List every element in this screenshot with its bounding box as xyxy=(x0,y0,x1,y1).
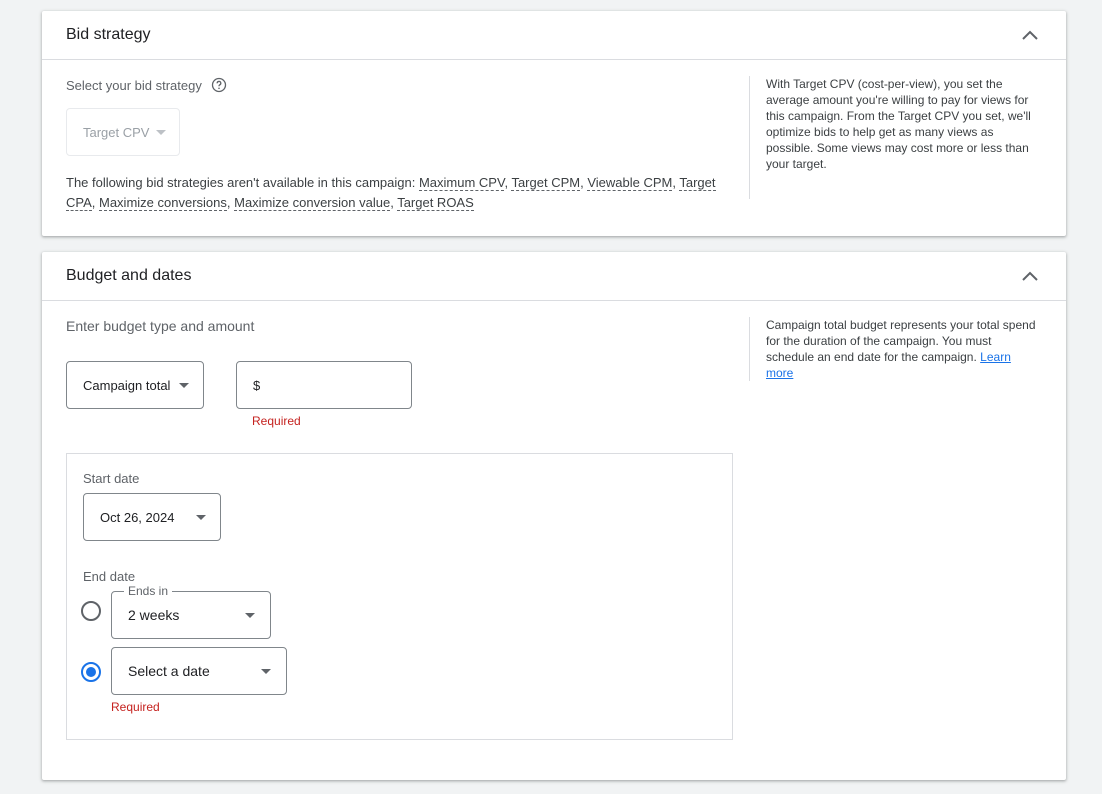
budget-enter-label: Enter budget type and amount xyxy=(66,318,255,334)
ends-in-label: Ends in xyxy=(124,584,173,598)
end-date-value: Select a date xyxy=(128,663,210,679)
chevron-up-icon[interactable] xyxy=(1018,25,1042,45)
bid-strategy-side-note: With Target CPV (cost-per-view), you set… xyxy=(749,76,1039,199)
bid-strategy-dropdown: Target CPV xyxy=(66,108,180,156)
strategy-maximize-conversions[interactable]: Maximize conversions xyxy=(99,195,227,211)
select-date-radio[interactable] xyxy=(81,662,101,682)
bid-strategy-card: Bid strategy Select your bid strategy Ta… xyxy=(42,11,1066,236)
budget-dates-title: Budget and dates xyxy=(66,267,192,284)
bid-strategy-selected: Target CPV xyxy=(83,125,150,140)
currency-prefix: $ xyxy=(253,378,261,393)
ends-in-dropdown[interactable]: Ends in 2 weeks xyxy=(111,584,271,639)
budget-dates-header[interactable]: Budget and dates xyxy=(42,252,1066,301)
caret-down-icon xyxy=(245,613,255,618)
start-date-dropdown[interactable]: Oct 26, 2024 xyxy=(83,493,221,541)
start-date-value: Oct 26, 2024 xyxy=(100,510,175,525)
end-date-dropdown[interactable]: Select a date xyxy=(111,647,287,695)
budget-type-dropdown[interactable]: Campaign total xyxy=(66,361,204,409)
bid-strategy-select-label-text: Select your bid strategy xyxy=(66,78,202,93)
caret-down-icon xyxy=(156,130,166,135)
budget-amount-error: Required xyxy=(252,414,301,428)
strategy-viewable-cpm[interactable]: Viewable CPM xyxy=(587,175,673,191)
caret-down-icon xyxy=(179,383,189,388)
bid-strategy-header[interactable]: Bid strategy xyxy=(42,11,1066,60)
strategy-maximum-cpv[interactable]: Maximum CPV xyxy=(418,175,505,191)
help-icon[interactable] xyxy=(211,77,227,93)
budget-type-selected: Campaign total xyxy=(83,378,171,393)
strategy-target-roas[interactable]: Target ROAS xyxy=(397,195,474,211)
strategy-target-cpm[interactable]: Target CPM xyxy=(511,175,581,191)
end-date-label: End date xyxy=(83,569,136,584)
budget-amount-field[interactable]: $ xyxy=(236,361,412,409)
bid-strategy-select-label: Select your bid strategy xyxy=(66,77,227,93)
chevron-up-icon[interactable] xyxy=(1018,266,1042,286)
strategy-maximize-conversion-value[interactable]: Maximize conversion value xyxy=(234,195,391,211)
unavailable-prefix: The following bid strategies aren't avai… xyxy=(66,175,416,190)
budget-side-note: Campaign total budget represents your to… xyxy=(749,317,1039,381)
end-date-error: Required xyxy=(111,700,160,714)
start-date-label: Start date xyxy=(83,471,140,486)
budget-dates-card: Budget and dates Enter budget type and a… xyxy=(42,252,1066,780)
caret-down-icon xyxy=(196,515,206,520)
ends-in-radio[interactable] xyxy=(81,601,101,621)
unavailable-strategies-text: The following bid strategies aren't avai… xyxy=(66,175,716,211)
caret-down-icon xyxy=(261,669,271,674)
dates-box: Start date Oct 26, 2024 End date Ends in… xyxy=(66,453,733,740)
ends-in-value: 2 weeks xyxy=(128,607,180,623)
bid-strategy-title: Bid strategy xyxy=(66,26,151,43)
